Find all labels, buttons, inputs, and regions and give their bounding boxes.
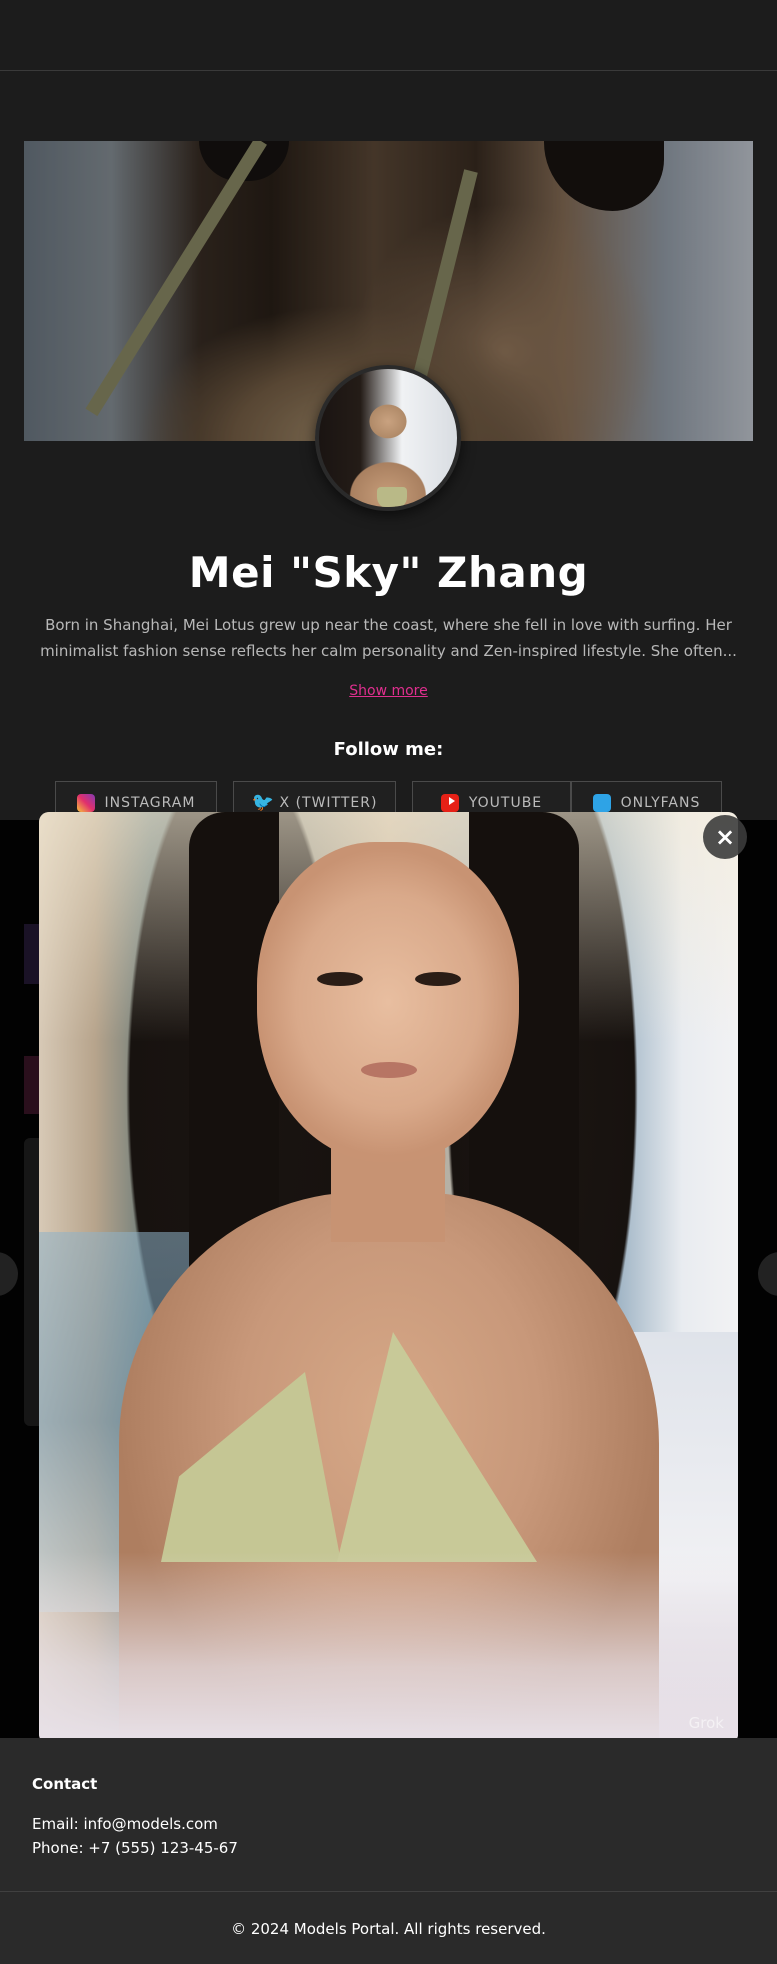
twitter-icon: 🐦 [251,792,275,813]
photo-layer [39,1552,738,1744]
social-label: X (TWITTER) [279,795,378,811]
photo-layer [415,972,461,986]
instagram-icon [76,794,95,812]
social-label: ONLYFANS [620,795,701,811]
onlyfans-icon [592,794,611,812]
footer-contact-title: Contact [32,1775,98,1793]
social-label: YOUTUBE [468,795,543,811]
lightbox-image: Grok [39,812,738,1744]
carousel-prev-button[interactable] [0,1252,18,1296]
carousel-next-button[interactable] [758,1252,777,1296]
footer-phone: Phone: +7 (555) 123-45-67 [32,1839,238,1857]
youtube-icon [440,794,459,812]
footer-divider [0,1891,777,1892]
cover-strap-left [85,141,267,417]
avatar-detail [377,487,407,507]
site-footer: Contact Email: info@models.com Phone: +7… [0,1738,777,1964]
photo-layer [317,972,363,986]
photo-layer [257,842,519,1162]
image-watermark: Grok [688,1714,724,1732]
photo-layer [361,1062,417,1078]
profile-name: Mei "Sky" Zhang [188,548,589,597]
profile-bio: Born in Shanghai, Mei Lotus grew up near… [40,616,737,660]
social-label: INSTAGRAM [104,795,196,811]
cover-hair-shape-right [544,141,664,211]
close-icon[interactable]: × [703,815,747,859]
show-more-link[interactable]: Show more [0,683,777,699]
footer-copyright: © 2024 Models Portal. All rights reserve… [231,1920,546,1938]
footer-email: Email: info@models.com [32,1815,218,1833]
follow-heading: Follow me: [333,739,444,760]
top-nav-bar [0,0,777,71]
profile-avatar[interactable] [315,365,461,511]
